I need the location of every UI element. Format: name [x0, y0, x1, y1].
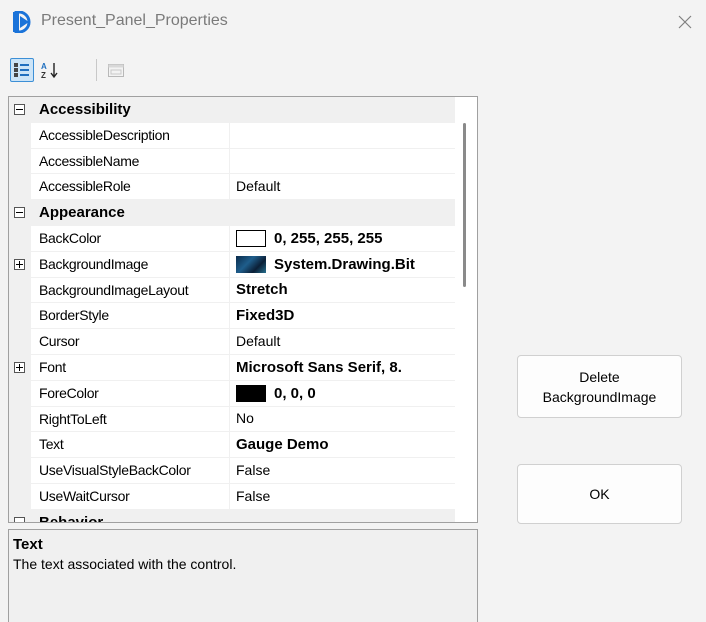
- property-name: ForeColor: [31, 380, 230, 406]
- property-row-cursor[interactable]: Cursor Default: [9, 329, 455, 355]
- close-icon: [678, 15, 692, 29]
- category-appearance[interactable]: Appearance: [9, 200, 455, 226]
- category-label: Appearance: [39, 204, 125, 222]
- property-row-fore-color[interactable]: ForeColor 0, 0, 0: [9, 380, 455, 407]
- category-label: Behavior: [39, 513, 104, 523]
- delete-background-image-button[interactable]: Delete BackgroundImage: [517, 355, 682, 418]
- description-title: Text: [13, 536, 43, 553]
- alphabetical-button[interactable]: A Z: [38, 58, 62, 82]
- property-row-text[interactable]: Text Gauge Demo: [9, 432, 455, 459]
- property-name: UseVisualStyleBackColor: [31, 458, 230, 483]
- collapse-icon[interactable]: [14, 104, 25, 115]
- title-bar: Present_Panel_Properties: [0, 0, 706, 44]
- property-value[interactable]: [230, 149, 455, 174]
- categorized-icon: [14, 63, 29, 77]
- property-row-use-wait-cursor[interactable]: UseWaitCursor False: [9, 483, 455, 510]
- property-name: Text: [31, 432, 230, 458]
- property-value[interactable]: False: [230, 458, 455, 483]
- property-name: Font: [31, 354, 230, 380]
- sort-az-icon: A Z: [41, 62, 58, 79]
- property-value-cell[interactable]: 0, 0, 0: [230, 381, 455, 406]
- color-swatch: [236, 384, 266, 402]
- category-label: Accessibility: [39, 101, 131, 118]
- color-swatch: [236, 229, 266, 247]
- property-grid[interactable]: Accessibility AccessibleDescription Acce…: [8, 96, 478, 523]
- property-name: RightToLeft: [31, 406, 230, 432]
- property-value[interactable]: No: [230, 407, 455, 432]
- property-value[interactable]: [230, 123, 455, 148]
- property-value-cell[interactable]: 0, 255, 255, 255: [230, 226, 455, 251]
- property-row-border-style[interactable]: BorderStyle Fixed3D: [9, 303, 455, 330]
- property-name: BackColor: [31, 225, 230, 251]
- property-value: System.Drawing.Bit: [274, 255, 415, 273]
- property-pages-icon: [108, 64, 124, 77]
- collapse-icon[interactable]: [14, 516, 25, 522]
- property-name: AccessibleDescription: [31, 122, 230, 148]
- property-name: AccessibleRole: [31, 174, 230, 200]
- property-row-accessible-role[interactable]: AccessibleRole Default: [9, 174, 455, 201]
- property-name: BackgroundImageLayout: [31, 277, 230, 303]
- categorized-button[interactable]: [10, 58, 34, 82]
- property-name: Cursor: [31, 329, 230, 354]
- property-row-accessible-description[interactable]: AccessibleDescription: [9, 122, 455, 149]
- property-name: UseWaitCursor: [31, 483, 230, 509]
- ok-button[interactable]: OK: [517, 464, 682, 524]
- property-value-cell[interactable]: System.Drawing.Bit: [230, 252, 455, 277]
- property-name: BorderStyle: [31, 303, 230, 329]
- property-row-back-color[interactable]: BackColor 0, 255, 255, 255: [9, 225, 455, 252]
- property-value[interactable]: Fixed3D: [230, 303, 455, 328]
- vertical-scrollbar[interactable]: [455, 97, 477, 522]
- property-row-use-visual-style-back-color[interactable]: UseVisualStyleBackColor False: [9, 458, 455, 484]
- category-behavior[interactable]: Behavior: [9, 509, 455, 523]
- window-title: Present_Panel_Properties: [41, 12, 228, 29]
- property-row-accessible-name[interactable]: AccessibleName: [9, 148, 455, 175]
- app-logo-icon: [12, 10, 34, 34]
- property-value[interactable]: False: [230, 484, 455, 509]
- property-name: BackgroundImage: [31, 251, 230, 277]
- svg-text:Z: Z: [41, 71, 46, 79]
- toolbar-separator: [96, 59, 97, 81]
- property-value: 0, 0, 0: [274, 384, 316, 402]
- property-value: 0, 255, 255, 255: [274, 229, 383, 247]
- collapse-icon[interactable]: [14, 207, 25, 219]
- scrollbar-thumb[interactable]: [463, 123, 466, 287]
- property-row-background-image-layout[interactable]: BackgroundImageLayout Stretch: [9, 277, 455, 304]
- property-pages-button[interactable]: [104, 58, 128, 82]
- property-value[interactable]: Default: [230, 174, 455, 199]
- property-row-background-image[interactable]: BackgroundImage System.Drawing.Bit: [9, 251, 455, 278]
- property-name: AccessibleName: [31, 148, 230, 174]
- description-text: The text associated with the control.: [13, 556, 237, 572]
- category-accessibility[interactable]: Accessibility: [9, 97, 455, 123]
- expand-icon[interactable]: [14, 361, 25, 373]
- svg-text:A: A: [41, 62, 47, 71]
- property-value[interactable]: Stretch: [230, 278, 455, 303]
- property-value[interactable]: Microsoft Sans Serif, 8.: [230, 355, 455, 380]
- close-button[interactable]: [664, 4, 706, 40]
- property-value[interactable]: Default: [230, 329, 455, 354]
- property-value[interactable]: Gauge Demo: [230, 432, 455, 457]
- property-row-font[interactable]: Font Microsoft Sans Serif, 8.: [9, 354, 455, 381]
- description-pane: Text The text associated with the contro…: [8, 529, 478, 622]
- property-grid-toolbar: A Z: [8, 56, 488, 86]
- expand-icon[interactable]: [14, 258, 25, 270]
- property-row-right-to-left[interactable]: RightToLeft No: [9, 406, 455, 433]
- image-thumbnail: [236, 255, 266, 273]
